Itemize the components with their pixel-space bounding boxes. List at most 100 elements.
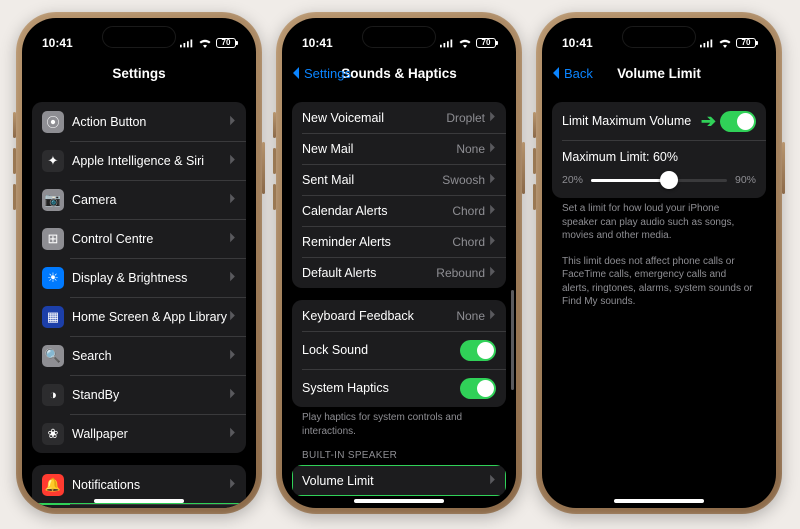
row-label: StandBy <box>72 388 229 402</box>
row-icon: ✦ <box>42 150 64 172</box>
row-value: Chord <box>452 204 485 218</box>
list-row[interactable]: Keyboard FeedbackNone <box>292 300 506 331</box>
volume-slider[interactable] <box>591 179 727 182</box>
row-icon: ❀ <box>42 423 64 445</box>
cellular-icon <box>180 38 194 48</box>
chevron-right-icon <box>229 271 236 285</box>
settings-row[interactable]: ◑ StandBy <box>32 375 246 414</box>
clock: 10:41 <box>42 36 73 50</box>
row-label: Camera <box>72 193 229 207</box>
battery-icon: 70 <box>216 38 236 48</box>
phone-frame-3: 10:41 70 Back Volume Limit Limit Maximum… <box>536 12 782 514</box>
list-row[interactable]: New VoicemailDroplet <box>292 102 506 133</box>
max-limit-label: Maximum Limit: 60% <box>562 150 756 164</box>
chevron-right-icon <box>229 349 236 363</box>
list-row[interactable]: Reminder AlertsChord <box>292 226 506 257</box>
page-title: Settings <box>112 66 165 81</box>
chevron-right-icon <box>489 204 496 218</box>
group-footer: Play haptics for system controls and int… <box>292 407 506 438</box>
settings-row[interactable]: 🔍 Search <box>32 336 246 375</box>
row-label: Reminder Alerts <box>302 235 452 249</box>
battery-icon: 70 <box>736 38 756 48</box>
list-row[interactable]: System Haptics <box>292 369 506 407</box>
row-label: New Mail <box>302 142 456 156</box>
nav-bar: Back Volume Limit <box>542 56 776 90</box>
toggle-switch[interactable] <box>460 340 496 361</box>
row-icon: 🔍 <box>42 345 64 367</box>
settings-row[interactable]: 🔊Sounds & Haptics <box>32 504 246 508</box>
list-row[interactable]: New MailNone <box>292 133 506 164</box>
dynamic-island <box>102 26 176 48</box>
back-button[interactable]: Back <box>550 66 593 81</box>
chevron-left-icon <box>290 66 302 80</box>
list-row[interactable]: Sent MailSwoosh <box>292 164 506 195</box>
row-icon: 📷 <box>42 189 64 211</box>
chevron-right-icon <box>229 427 236 441</box>
wifi-icon <box>458 38 472 48</box>
settings-row[interactable]: ☀Display & Brightness <box>32 258 246 297</box>
row-label: Control Centre <box>72 232 229 246</box>
row-label: Search <box>72 349 229 363</box>
clock: 10:41 <box>302 36 333 50</box>
row-icon: ⊞ <box>42 228 64 250</box>
settings-row[interactable]: 📷 Camera <box>32 180 246 219</box>
chevron-right-icon <box>229 310 236 324</box>
settings-row[interactable]: ⊞ Control Centre <box>32 219 246 258</box>
cellular-icon <box>440 38 454 48</box>
row-label: Lock Sound <box>302 343 460 357</box>
row-label: Sent Mail <box>302 173 442 187</box>
row-label: Notifications <box>72 478 229 492</box>
row-icon: ▦ <box>42 306 64 328</box>
settings-row[interactable]: ❀Wallpaper <box>32 414 246 453</box>
chevron-left-icon <box>550 66 562 80</box>
toggle-switch[interactable] <box>460 378 496 399</box>
home-indicator[interactable] <box>614 499 704 503</box>
row-icon: ◑ <box>42 384 64 406</box>
home-indicator[interactable] <box>354 499 444 503</box>
chevron-right-icon <box>229 154 236 168</box>
limit-volume-toggle[interactable] <box>720 111 756 132</box>
row-value: Chord <box>452 235 485 249</box>
slider-max-label: 90% <box>735 174 756 186</box>
page-title: Sounds & Haptics <box>341 66 457 81</box>
back-label: Settings <box>304 66 351 81</box>
chevron-right-icon <box>229 115 236 129</box>
group-header: BUILT-IN SPEAKER <box>292 450 506 465</box>
page-title: Volume Limit <box>617 66 701 81</box>
settings-row[interactable]: ▦ Home Screen & App Library <box>32 297 246 336</box>
dynamic-island <box>622 26 696 48</box>
settings-list[interactable]: ⦿Action Button ✦ Apple Intelligence & Siri… <box>22 90 256 508</box>
row-label: Home Screen & App Library <box>72 310 229 324</box>
row-value: None <box>456 142 485 156</box>
row-label: Keyboard Feedback <box>302 309 456 323</box>
sounds-list[interactable]: New VoicemailDropletNew MailNoneSent Mai… <box>282 90 516 508</box>
list-row[interactable]: Lock Sound <box>292 331 506 369</box>
slider-min-label: 20% <box>562 174 583 186</box>
back-button[interactable]: Settings <box>290 66 351 81</box>
cellular-icon <box>700 38 714 48</box>
limit-volume-row[interactable]: Limit Maximum Volume ➔ <box>552 102 766 140</box>
row-label: Default Alerts <box>302 266 436 280</box>
slider-thumb[interactable] <box>660 171 678 189</box>
screen-1: 10:41 70 Settings ⦿Action Button ✦ Apple I… <box>22 18 256 508</box>
list-row[interactable]: Default AlertsRebound <box>292 257 506 288</box>
settings-row[interactable]: ⦿Action Button <box>32 102 246 141</box>
scroll-indicator[interactable] <box>511 290 514 390</box>
row-label: New Voicemail <box>302 111 446 125</box>
chevron-right-icon <box>489 111 496 125</box>
row-label: Apple Intelligence & Siri <box>72 154 229 168</box>
row-icon: ☀ <box>42 267 64 289</box>
footer-note-2: This limit does not affect phone calls o… <box>552 251 766 309</box>
list-row[interactable]: Calendar AlertsChord <box>292 195 506 226</box>
row-label: Action Button <box>72 115 229 129</box>
settings-row[interactable]: ✦ Apple Intelligence & Siri <box>32 141 246 180</box>
screen-3: 10:41 70 Back Volume Limit Limit Maximum… <box>542 18 776 508</box>
chevron-right-icon <box>229 232 236 246</box>
chevron-right-icon <box>489 474 496 488</box>
row-label: Calendar Alerts <box>302 204 452 218</box>
list-row[interactable]: Volume Limit <box>292 465 506 496</box>
chevron-right-icon <box>229 193 236 207</box>
row-value: None <box>456 309 485 323</box>
nav-bar: Settings <box>22 56 256 90</box>
home-indicator[interactable] <box>94 499 184 503</box>
